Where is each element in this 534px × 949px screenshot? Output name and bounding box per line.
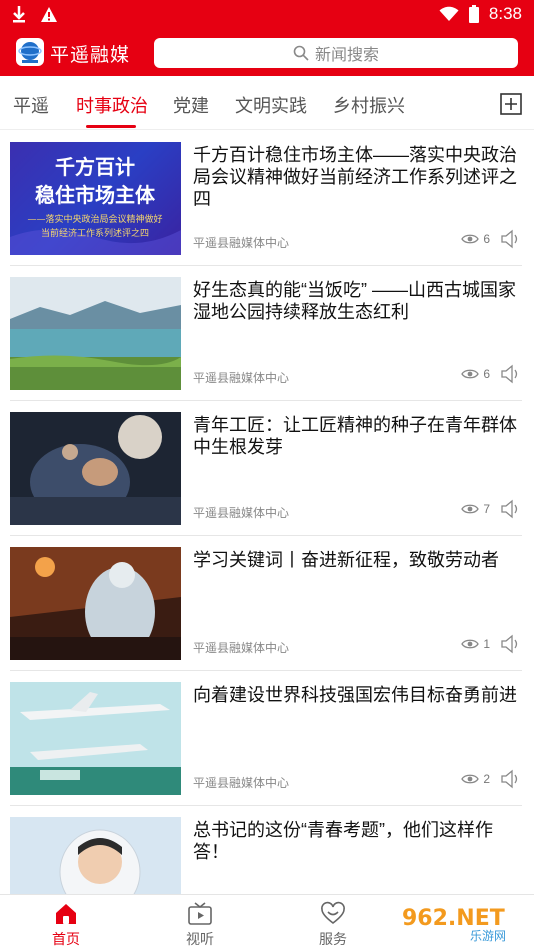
- nav-av-label: 视听: [186, 931, 214, 947]
- eye-icon: [461, 774, 480, 784]
- news-item[interactable]: 向着建设世界科技强国宏伟目标奋勇前进 平遥县融媒体中心 2: [0, 670, 534, 804]
- news-title[interactable]: 千方百计稳住市场主体——落实中央政治局会议精神做好当前经济工作系列述评之四: [193, 144, 525, 210]
- news-item[interactable]: 总书记的这份“青春考题”，他们这样作答！: [0, 805, 534, 894]
- thumb-line-4: 当前经济工作系列述评之四: [41, 227, 149, 239]
- news-feed[interactable]: 千方百计 稳住市场主体 ——落实中央政治局会议精神做好 当前经济工作系列述评之四…: [0, 130, 534, 894]
- news-title[interactable]: 向着建设世界科技强国宏伟目标奋勇前进: [193, 684, 525, 706]
- news-item[interactable]: 青年工匠：让工匠精神的种子在青年群体中生根发芽 平遥县融媒体中心 7: [0, 400, 534, 534]
- eye-icon: [461, 369, 480, 379]
- view-count-value: 1: [483, 637, 490, 651]
- tab-rural-revitalization[interactable]: 乡村振兴: [333, 92, 405, 118]
- speaker-icon[interactable]: [500, 769, 522, 789]
- battery-icon: [468, 5, 479, 23]
- view-count: 2: [461, 772, 490, 786]
- download-icon: [13, 6, 25, 23]
- news-title[interactable]: 青年工匠：让工匠精神的种子在青年群体中生根发芽: [193, 414, 525, 458]
- home-icon: [56, 904, 76, 924]
- add-tab-icon[interactable]: [500, 93, 522, 115]
- view-count-value: 6: [483, 232, 490, 246]
- warning-icon: [41, 6, 57, 22]
- eye-icon: [461, 504, 480, 514]
- news-thumbnail: 千方百计 稳住市场主体 ——落实中央政治局会议精神做好 当前经济工作系列述评之四: [10, 142, 181, 255]
- nav-home-label: 首页: [52, 931, 80, 947]
- news-source: 平遥县融媒体中心: [193, 776, 290, 790]
- category-tabs: 平遥 时事政治 党建 文明实践 乡村振兴: [0, 76, 534, 130]
- speaker-icon[interactable]: [500, 634, 522, 654]
- news-title[interactable]: 学习关键词丨奋进新征程，致敬劳动者: [193, 549, 525, 571]
- news-title[interactable]: 总书记的这份“青春考题”，他们这样作答！: [193, 819, 525, 863]
- watermark-brand: 962.NET: [402, 906, 505, 931]
- view-count-value: 2: [483, 772, 490, 786]
- eye-icon: [461, 234, 480, 244]
- view-count: 6: [461, 232, 490, 246]
- view-count: 1: [461, 637, 490, 651]
- speaker-icon[interactable]: [500, 364, 522, 384]
- thumb-line-2: 稳住市场主体: [35, 183, 156, 207]
- view-count-value: 6: [483, 367, 490, 381]
- search-icon: [293, 45, 309, 61]
- news-item[interactable]: 好生态真的能“当饭吃” ——山西古城国家湿地公园持续释放生态红利 平遥县融媒体中…: [0, 265, 534, 399]
- view-count: 7: [461, 502, 490, 516]
- tab-civilization-practice[interactable]: 文明实践: [235, 92, 307, 118]
- news-source: 平遥县融媒体中心: [193, 506, 290, 520]
- heart-icon: [321, 901, 345, 925]
- thumb-line-1: 千方百计: [55, 155, 135, 179]
- news-thumbnail: [10, 547, 181, 660]
- app-header: 平遥融媒 新闻搜索: [0, 30, 534, 76]
- news-source: 平遥县融媒体中心: [193, 236, 290, 250]
- news-source: 平遥县融媒体中心: [193, 641, 290, 655]
- news-thumbnail: [10, 817, 181, 894]
- speaker-icon[interactable]: [500, 499, 522, 519]
- news-thumbnail: [10, 277, 181, 390]
- news-source: 平遥县融媒体中心: [193, 371, 290, 385]
- clock-time: 8:38: [488, 4, 522, 23]
- status-bar: 8:38: [0, 0, 534, 30]
- search-placeholder: 新闻搜索: [314, 47, 379, 64]
- tab-pingyao[interactable]: 平遥: [13, 92, 49, 118]
- app-logo[interactable]: [16, 38, 44, 66]
- news-item[interactable]: 学习关键词丨奋进新征程，致敬劳动者 平遥县融媒体中心 1: [0, 535, 534, 669]
- app-title: 平遥融媒: [50, 45, 131, 66]
- nav-service-label: 服务: [319, 931, 347, 947]
- news-title[interactable]: 好生态真的能“当饭吃” ——山西古城国家湿地公园持续释放生态红利: [193, 279, 525, 323]
- active-tab-indicator: [86, 125, 136, 128]
- view-count: 6: [461, 367, 490, 381]
- tv-icon: [188, 902, 212, 925]
- nav-home[interactable]: 首页: [36, 901, 96, 949]
- watermark-sub: 乐游网: [470, 929, 506, 943]
- search-bar[interactable]: 新闻搜索: [154, 38, 518, 68]
- nav-service[interactable]: 服务: [303, 901, 363, 949]
- site-watermark: 962.NET 乐游网: [394, 900, 528, 944]
- tab-party-building[interactable]: 党建: [173, 92, 209, 118]
- speaker-icon[interactable]: [500, 229, 522, 249]
- news-thumbnail: [10, 682, 181, 795]
- view-count-value: 7: [483, 502, 490, 516]
- wifi-icon: [439, 6, 459, 21]
- thumb-line-3: ——落实中央政治局会议精神做好: [27, 213, 162, 225]
- eye-icon: [461, 639, 480, 649]
- tab-current-affairs[interactable]: 时事政治: [76, 92, 148, 118]
- news-thumbnail: [10, 412, 181, 525]
- nav-av[interactable]: 视听: [170, 901, 230, 949]
- news-item[interactable]: 千方百计 稳住市场主体 ——落实中央政治局会议精神做好 当前经济工作系列述评之四…: [0, 130, 534, 264]
